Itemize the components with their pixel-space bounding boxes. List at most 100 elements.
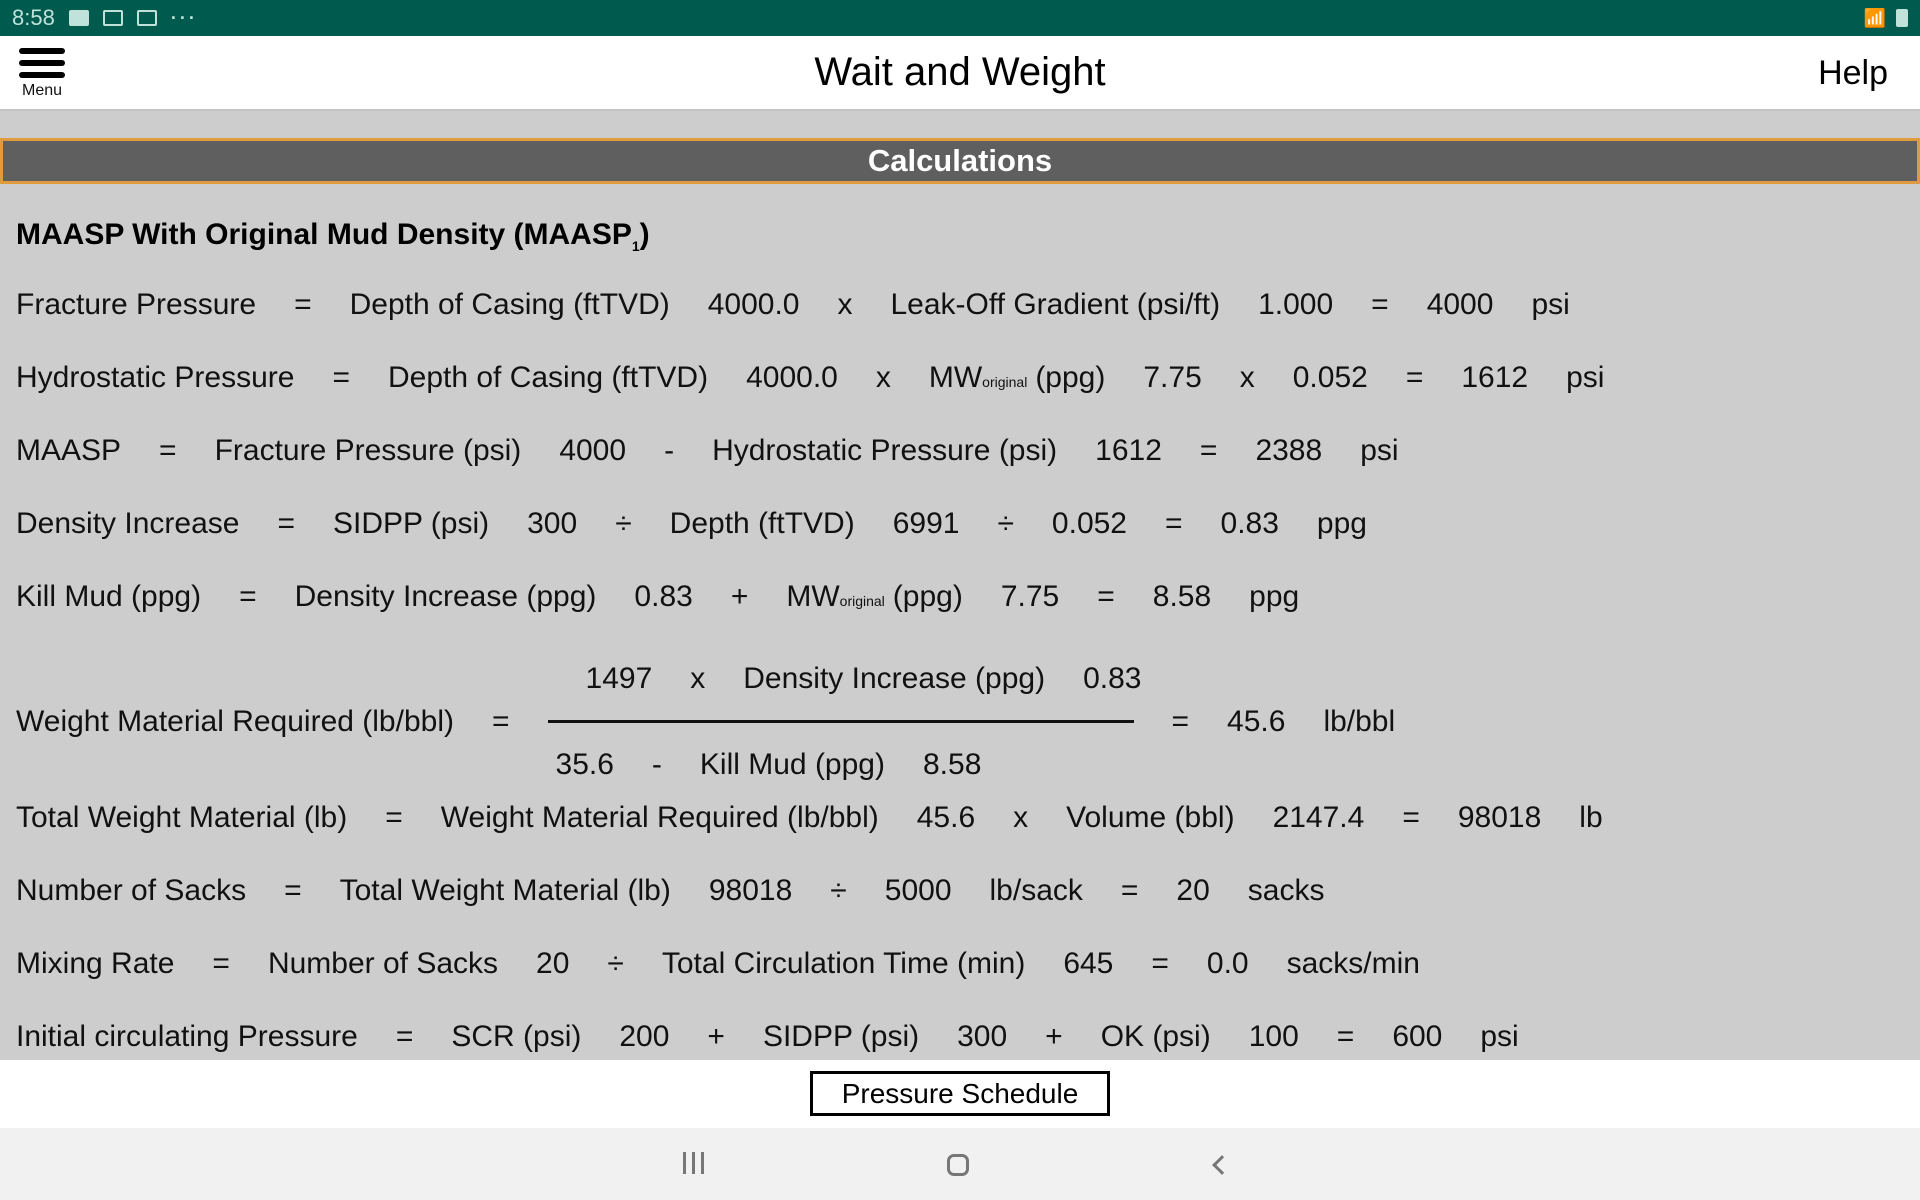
formula-token: 1497 [585,662,653,695]
formula-token: Initial circulating Pressure [16,1020,358,1053]
formula-token: = [277,507,295,540]
formula-token: Kill Mud (ppg) [16,580,202,613]
mail-x-icon [102,10,123,26]
formula-token: 600 [1392,1020,1443,1053]
maasp-heading: MAASP With Original Mud Density (MAASP1) [16,218,650,254]
formula-token: = [1097,580,1115,613]
wifi-icon: 📶 [1863,7,1886,28]
formula-token: 645 [1063,947,1114,980]
weight-material-unit: lb/bbl [1323,705,1396,738]
weight-material-result: 45.6 [1227,705,1286,738]
fraction-denominator: 35.6 - Kill Mud (ppg) 8.58 [556,748,1020,782]
formula-token: Total Weight Material (lb) [339,874,671,907]
formula-token: Number of Sacks [16,874,247,907]
formula-token: 1612 [1095,434,1162,467]
fraction-numerator: 1497 x Density Increase (ppg) 0.83 [586,662,1180,696]
formula-token: - [664,434,675,467]
formula-token: 2388 [1255,434,1323,467]
formula-token: 5000 [884,874,952,907]
menu-label: Menu [21,82,63,99]
formula-token: Depth (ftTVD) [669,507,855,540]
equals-sign: = [491,705,510,738]
status-bar: 8:58 ··· 📶 [0,0,1920,36]
help-button[interactable]: Help [1818,54,1888,93]
formula-token: 6991 [892,507,960,540]
formula-token: ppg [1249,580,1300,613]
formula-token: = [1165,507,1183,540]
formula-token: 8.58 [922,748,982,781]
density-increase-row: Density Increase = SIDPP (psi) 300 ÷ Depth (f… [16,507,1405,541]
formula-token: MAASP [16,434,122,467]
formula-token: ÷ [615,507,632,540]
formula-token: = [332,361,350,394]
formula-token: = [212,947,230,980]
formula-token: 20 [1176,874,1210,907]
system-nav-bar [0,1128,1920,1200]
formula-token: psi [1480,1020,1519,1053]
formula-token: 45.6 [916,801,976,834]
formula-token: 1612 [1461,361,1529,394]
formula-token: Fracture Pressure [16,288,257,321]
home-button[interactable] [938,1148,978,1182]
hydrostatic-pressure-row: Hydrostatic Pressure = Depth of Casing (ft… [16,361,1605,394]
formula-token: + [730,580,749,613]
formula-token: Density Increase [16,507,240,540]
more-dots-icon: ··· [170,7,198,28]
formula-token: psi [1360,434,1399,467]
formula-token: + [1045,1020,1063,1053]
formula-token: = [1336,1020,1355,1053]
fracture-pressure-row: Fracture Pressure = Depth of Casing (ftTVD… [16,288,1608,322]
menu-button[interactable]: Menu [18,48,66,100]
weight-material-fraction: 1497 x Density Increase (ppg) 0.83 35.6 - Kil… [547,662,1141,782]
weight-material-row: Weight Material Required (lb/bbl) = 1497… [16,662,1433,782]
formula-token: 0.83 [1083,662,1142,695]
formula-token: Hydrostatic Pressure (psi) [712,434,1058,467]
formula-token: 0.83 [634,580,693,613]
formula-token: Total Weight Material (lb) [16,801,348,834]
formula-token: 4000 [1426,288,1494,321]
recent-apps-icon [680,1151,707,1179]
maasp-row: MAASP = Fracture Pressure (psi) 4000 - Hydros… [16,434,1437,468]
formula-token: x [690,662,706,695]
formula-token: = [1405,361,1424,394]
formula-token: 98018 [1457,801,1542,834]
footer-area: Pressure Schedule [0,1060,1920,1128]
mixing-rate-row: Mixing Rate = Number of Sacks 20 ÷ Total Circ… [16,947,1458,981]
formula-token: = [1402,801,1420,834]
formula-token: x [1239,361,1255,394]
equals-sign: = [1171,705,1190,738]
formula-token: = [385,801,403,834]
formula-token: = [294,288,312,321]
formula-token: OK (psi) [1100,1020,1211,1053]
formula-token: psi [1566,361,1605,394]
formula-token: sacks [1247,874,1325,907]
formula-token: Fracture Pressure (psi) [214,434,522,467]
home-icon [947,1154,969,1176]
formula-token: 300 [527,507,578,540]
formula-token: = [1199,434,1218,467]
back-button[interactable] [1202,1148,1242,1182]
formula-token: Density Increase (ppg) [743,662,1046,695]
kill-mud-row: Kill Mud (ppg) = Density Increase (ppg) 0.8… [16,580,1300,613]
formula-token: (ppg) [1035,361,1106,394]
formula-token: 100 [1248,1020,1299,1053]
formula-token: Volume (bbl) [1066,801,1235,834]
formula-token: (ppg) [892,580,963,613]
formula-token: SIDPP (psi) [762,1020,920,1053]
formula-token: SIDPP (psi) [332,507,490,540]
hamburger-icon [19,48,65,54]
status-time: 8:58 [12,5,55,30]
formula-token: = [239,580,257,613]
formula-token: 4000.0 [707,288,800,321]
formula-token: lb [1579,801,1603,834]
initial-circulating-pressure-row: Initial circulating Pressure = SCR (psi) 20… [16,1020,1557,1054]
number-of-sacks-row: Number of Sacks = Total Weight Material (l… [16,874,1362,908]
formula-token: Hydrostatic Pressure [16,361,295,394]
formula-token: Leak-Off Gradient (psi/ft) [890,288,1221,321]
pressure-schedule-button[interactable]: Pressure Schedule [810,1071,1110,1116]
recent-apps-button[interactable] [673,1148,713,1182]
formula-token: = [284,874,302,907]
formula-token: 8.58 [1152,580,1212,613]
fraction-line [547,720,1134,723]
formula-token: + [707,1020,725,1053]
